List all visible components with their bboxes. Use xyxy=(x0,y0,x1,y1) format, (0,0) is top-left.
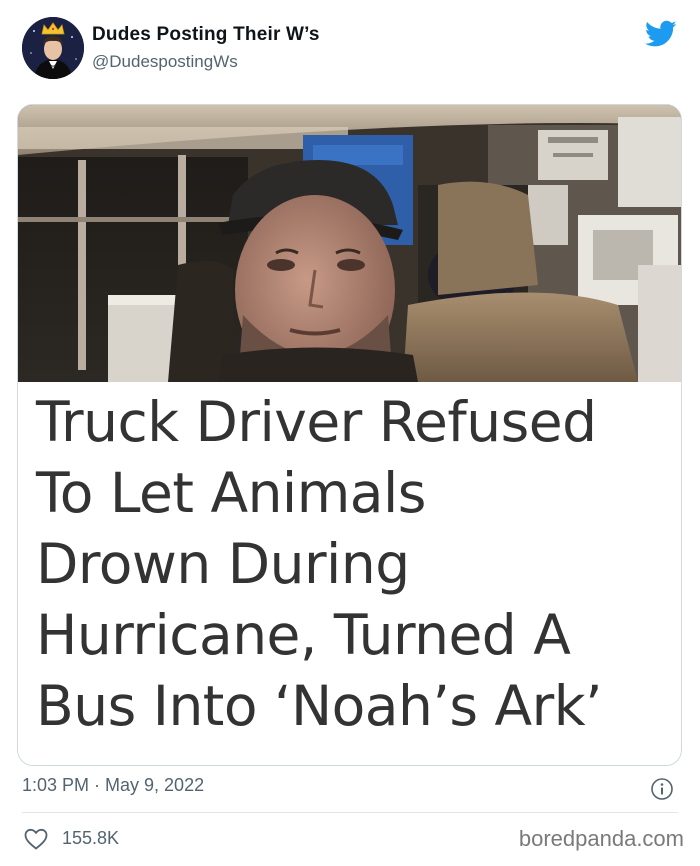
author-avatar[interactable] xyxy=(22,17,84,79)
tweet-timestamp[interactable]: 1:03 PM · May 9, 2022 xyxy=(22,775,204,796)
tweet-card: Dudes Posting Their W’s @DudespostingWs xyxy=(0,0,700,866)
headline-line: Drown During xyxy=(36,532,410,596)
info-icon[interactable] xyxy=(650,777,674,801)
headline-line: Hurricane, Turned A xyxy=(36,603,571,667)
headline-line: Bus Into ‘Noah’s Ark’ xyxy=(36,674,603,738)
headline-line: To Let Animals xyxy=(36,461,426,525)
media-photo[interactable] xyxy=(18,105,681,382)
heart-icon[interactable] xyxy=(24,828,48,850)
author-handle[interactable]: @DudespostingWs xyxy=(92,52,238,72)
author-name[interactable]: Dudes Posting Their W’s xyxy=(92,24,320,46)
twitter-bird-icon[interactable] xyxy=(645,20,677,48)
media-card[interactable]: Truck Driver Refused To Let Animals Drow… xyxy=(17,104,682,766)
divider xyxy=(22,812,678,813)
like-count: 155.8K xyxy=(62,828,120,848)
source-watermark: boredpanda.com xyxy=(518,826,684,851)
avatar-image xyxy=(22,17,84,79)
article-headline: Truck Driver Refused To Let Animals Drow… xyxy=(36,387,676,742)
headline-line: Truck Driver Refused xyxy=(36,390,597,454)
bus-interior-photo xyxy=(18,105,681,382)
